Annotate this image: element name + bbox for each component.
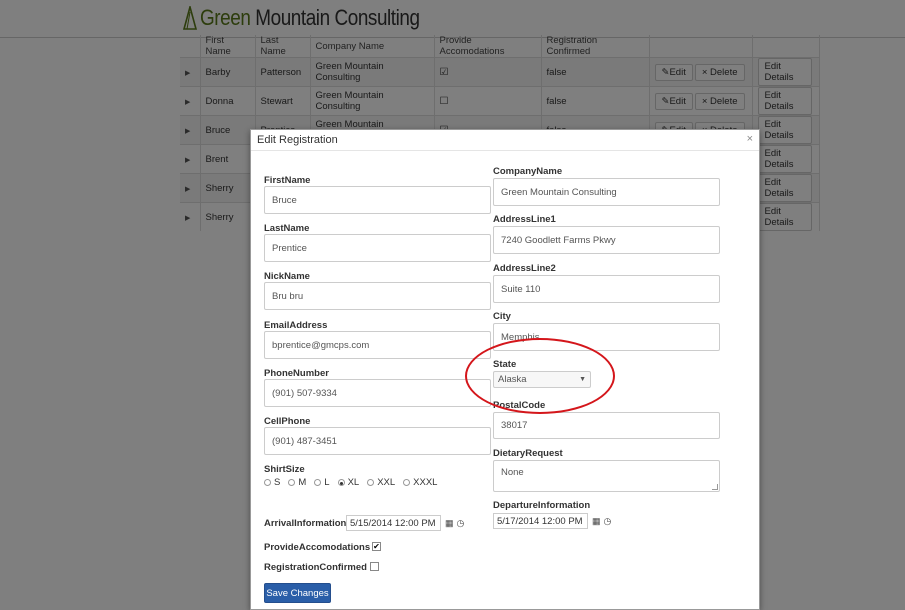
phone-field[interactable]: (901) 507-9334: [264, 379, 491, 407]
dietary-request-value: None: [501, 467, 524, 478]
cell-phone-field[interactable]: (901) 487-3451: [264, 427, 491, 455]
provide-accommodations-checkbox[interactable]: ✔: [372, 542, 381, 551]
address-line1-field[interactable]: 7240 Goodlett Farms Pkwy: [493, 226, 720, 254]
dietary-request-textarea[interactable]: None: [493, 460, 720, 492]
city-label: City: [493, 311, 511, 322]
postal-code-field[interactable]: 38017: [493, 412, 720, 439]
registration-confirmed-checkbox[interactable]: [370, 562, 379, 571]
radio-icon: [403, 479, 411, 486]
phone-label: PhoneNumber: [264, 368, 329, 379]
shirt-size-xxxl[interactable]: XXXL: [403, 477, 437, 488]
company-name-label: CompanyName: [493, 166, 563, 177]
clock-icon[interactable]: ◷: [604, 516, 612, 527]
address-line2-label: AddressLine2: [493, 263, 556, 274]
address-line2-field[interactable]: Suite 110: [493, 275, 720, 303]
company-name-field[interactable]: Green Mountain Consulting: [493, 178, 720, 206]
radio-icon: [314, 479, 322, 486]
radio-icon: [288, 479, 296, 486]
registration-confirmed-label: RegistrationConfirmed: [264, 562, 367, 573]
shirt-size-m[interactable]: M: [288, 477, 306, 488]
shirt-size-l[interactable]: L: [314, 477, 330, 488]
resize-handle-icon[interactable]: [712, 484, 718, 490]
email-field[interactable]: bprentice@gmcps.com: [264, 331, 491, 359]
calendar-icon[interactable]: ▦: [592, 516, 601, 527]
close-icon[interactable]: ×: [747, 133, 753, 145]
shirt-size-xxl[interactable]: XXL: [367, 477, 395, 488]
shirt-size-xl[interactable]: XL: [337, 477, 359, 488]
modal-header: Edit Registration ×: [251, 130, 759, 151]
departure-label: DepartureInformation: [493, 500, 591, 511]
departure-datetime-picker: 5/17/2014 12:00 PM ▦ ◷: [493, 513, 611, 529]
cell-phone-label: CellPhone: [264, 416, 311, 427]
email-label: EmailAddress: [264, 320, 328, 331]
dietary-request-label: DietaryRequest: [493, 448, 563, 459]
radio-icon: [367, 479, 375, 486]
shirt-size-s[interactable]: S: [264, 477, 280, 488]
shirt-size-label: ShirtSize: [264, 464, 305, 475]
shirt-size-radio-group: S M L XL XXL XXXL: [264, 477, 437, 488]
save-changes-button[interactable]: Save Changes: [264, 583, 331, 603]
first-name-field[interactable]: Bruce: [264, 186, 491, 214]
last-name-label: LastName: [264, 223, 310, 234]
radio-selected-icon: [337, 479, 345, 486]
red-annotation-ellipse: [465, 338, 615, 414]
arrival-label: ArrivalInformation: [264, 518, 347, 529]
clock-icon[interactable]: ◷: [457, 518, 465, 529]
nick-name-field[interactable]: Bru bru: [264, 282, 491, 310]
calendar-icon[interactable]: ▦: [445, 518, 454, 529]
arrival-input[interactable]: 5/15/2014 12:00 PM: [346, 515, 441, 531]
arrival-datetime-picker: 5/15/2014 12:00 PM ▦ ◷: [346, 515, 464, 531]
first-name-label: FirstName: [264, 175, 311, 186]
last-name-field[interactable]: Prentice: [264, 234, 491, 262]
provide-accommodations-label: ProvideAccomodations: [264, 542, 371, 553]
address-line1-label: AddressLine1: [493, 214, 556, 225]
nick-name-label: NickName: [264, 271, 310, 282]
departure-input[interactable]: 5/17/2014 12:00 PM: [493, 513, 588, 529]
modal-title: Edit Registration: [257, 134, 338, 146]
radio-icon: [264, 479, 271, 486]
